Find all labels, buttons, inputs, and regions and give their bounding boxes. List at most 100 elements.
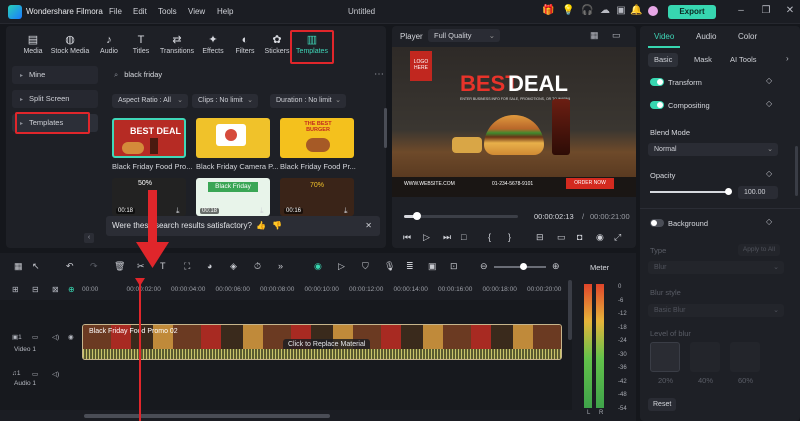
aspect-ratio-dropdown[interactable]: Aspect Ratio : All ⌄ xyxy=(112,94,188,108)
render-icon[interactable]: ⊟ xyxy=(536,232,544,243)
subtab-mask[interactable]: Mask xyxy=(688,53,718,67)
stop-icon[interactable]: □ xyxy=(461,232,466,242)
notification-icon[interactable]: 🔔 xyxy=(630,5,642,17)
split-icon[interactable]: ✂ xyxy=(137,261,145,272)
opacity-input[interactable]: 100.00 xyxy=(738,186,778,199)
tab-stickers[interactable]: ✿ Stickers xyxy=(260,32,294,62)
transform-toggle[interactable] xyxy=(650,78,664,86)
tab-filters[interactable]: ◐ Filters xyxy=(228,32,262,62)
zoom-slider[interactable] xyxy=(494,263,546,270)
mark-in-icon[interactable]: { xyxy=(488,232,491,242)
text-tool-icon[interactable]: T xyxy=(160,261,166,271)
quality-dropdown[interactable]: Full Quality ⌄ xyxy=(428,29,500,42)
add-track-icon[interactable]: ⊞ xyxy=(12,285,19,294)
save-icon[interactable]: ▣ xyxy=(615,5,627,17)
folder-icon[interactable]: ▭ xyxy=(32,333,38,341)
sidebar-item-split-screen[interactable]: ▸ Split Screen xyxy=(12,90,98,108)
sidebar-item-mine[interactable]: ▸ Mine xyxy=(12,66,98,84)
voiceover-icon[interactable]: ≣ xyxy=(406,261,414,272)
headset-icon[interactable]: 🎧 xyxy=(581,5,593,17)
duration-dropdown[interactable]: Duration : No limit ⌄ xyxy=(270,94,346,108)
auto-highlight-icon[interactable]: ◉ xyxy=(314,261,322,272)
keyframe-icon[interactable]: ◇ xyxy=(766,217,772,226)
blur-level-option[interactable] xyxy=(650,342,680,372)
download-icon[interactable]: ⤓ xyxy=(176,206,180,216)
compositing-toggle[interactable] xyxy=(650,101,664,109)
timeline-vertical-scrollbar[interactable] xyxy=(568,280,572,340)
fullscreen-icon[interactable]: ⤢ xyxy=(614,232,621,243)
background-toggle[interactable] xyxy=(650,219,664,227)
shield-icon[interactable]: ⛉ xyxy=(362,261,369,272)
blur-style-dropdown[interactable]: Basic Blur ⌄ xyxy=(648,304,784,317)
undo-icon[interactable]: ↶ xyxy=(66,261,74,272)
subtab-ai-tools[interactable]: AI Tools xyxy=(724,53,763,67)
keyframe-icon[interactable]: ◇ xyxy=(766,99,772,108)
tab-titles[interactable]: T Titles xyxy=(124,32,158,62)
color-palette-icon[interactable]: ◕ xyxy=(207,261,212,271)
reset-button[interactable]: Reset xyxy=(648,398,677,411)
menu-help[interactable]: Help xyxy=(217,7,233,16)
keyframe-icon[interactable]: ◇ xyxy=(766,76,772,85)
render-preview-icon[interactable]: ▷ xyxy=(338,261,345,272)
select-tool-icon[interactable]: ↖ xyxy=(32,261,40,272)
subtab-basic[interactable]: Basic xyxy=(648,53,679,67)
chevron-right-icon[interactable]: › xyxy=(786,54,789,63)
keyframe-icon[interactable]: ◇ xyxy=(766,169,772,178)
gift-icon[interactable]: 🎁 xyxy=(542,5,554,17)
thumbs-down-icon[interactable]: 👎 xyxy=(272,216,282,236)
microphone-icon[interactable]: 🎙 xyxy=(384,261,395,272)
library-scrollbar[interactable] xyxy=(384,108,387,148)
template-thumbnail[interactable] xyxy=(196,118,270,158)
avatar[interactable] xyxy=(648,6,658,16)
cloud-upload-icon[interactable]: ☁ xyxy=(599,5,611,17)
magnet-icon[interactable]: ⊠ xyxy=(52,285,59,294)
playback-progress-track[interactable] xyxy=(404,212,518,220)
close-icon[interactable]: ✕ xyxy=(365,216,372,236)
ai-effects-icon[interactable]: ◈ xyxy=(230,261,237,272)
speaker-icon[interactable]: ◁) xyxy=(52,333,59,341)
tab-color[interactable]: Color xyxy=(738,32,757,41)
close-icon[interactable]: ✕ xyxy=(784,5,796,17)
template-thumbnail[interactable]: 70% 00:16 xyxy=(280,178,354,216)
more-tools-icon[interactable]: » xyxy=(278,261,283,271)
blend-mode-dropdown[interactable]: Normal ⌄ xyxy=(648,143,778,156)
tab-audio[interactable]: Audio xyxy=(696,32,716,41)
previous-frame-icon[interactable]: ⏮ xyxy=(403,232,411,243)
tab-audio[interactable]: ♪ Audio xyxy=(92,32,126,62)
zoom-slider-knob[interactable] xyxy=(520,263,527,270)
redo-icon[interactable]: ↷ xyxy=(90,261,98,272)
snap-icon[interactable]: ⊕ xyxy=(68,285,75,294)
fullscreen-view-icon[interactable]: ▭ xyxy=(612,30,621,41)
snapshot-view-icon[interactable]: ▦ xyxy=(590,30,599,41)
playback-progress-knob[interactable] xyxy=(412,212,421,220)
apply-to-all-button[interactable]: Apply to All xyxy=(738,244,780,256)
lightbulb-icon[interactable]: 💡 xyxy=(562,5,574,17)
speaker-icon[interactable]: ◁) xyxy=(52,370,59,378)
volume-icon[interactable]: ◉ xyxy=(596,232,604,243)
tab-media[interactable]: ▤ Media xyxy=(16,32,50,62)
mark-out-icon[interactable]: } xyxy=(508,232,511,242)
next-frame-icon[interactable]: ⏭ xyxy=(443,232,451,243)
link-icon[interactable]: ⊟ xyxy=(32,285,39,294)
snapshot-icon[interactable]: ▣ xyxy=(428,261,437,272)
eye-icon[interactable]: ◉ xyxy=(68,333,74,341)
delete-icon[interactable]: 🗑 xyxy=(114,261,125,272)
grid-icon[interactable]: ▦ xyxy=(14,261,23,272)
tab-effects[interactable]: ✦ Effects xyxy=(196,32,230,62)
type-dropdown[interactable]: Blur ⌄ xyxy=(648,261,784,274)
display-settings-icon[interactable]: ▭ xyxy=(557,232,566,243)
template-thumbnail[interactable]: Black Friday 00:18 xyxy=(196,178,270,216)
play-icon[interactable]: ▷ xyxy=(423,232,430,243)
menu-view[interactable]: View xyxy=(188,7,205,16)
tab-stock-media[interactable]: ◍ Stock Media xyxy=(50,32,90,62)
template-thumbnail[interactable]: BEST DEAL xyxy=(112,118,186,158)
playhead[interactable] xyxy=(139,278,141,421)
blur-level-option[interactable] xyxy=(730,342,760,372)
fit-screen-icon[interactable]: ⊡ xyxy=(450,261,458,272)
maximize-icon[interactable]: ❐ xyxy=(760,5,772,17)
search-input[interactable]: ⌕ black friday ⋯ xyxy=(114,68,384,82)
video-preview[interactable]: LOGO HERE BEST DEAL ENTER BUSINESS INFO … xyxy=(392,47,636,197)
timeline-scrollbar[interactable] xyxy=(84,414,330,418)
speed-icon[interactable]: ⏱ xyxy=(254,261,261,272)
download-icon[interactable]: ⤓ xyxy=(344,206,348,216)
